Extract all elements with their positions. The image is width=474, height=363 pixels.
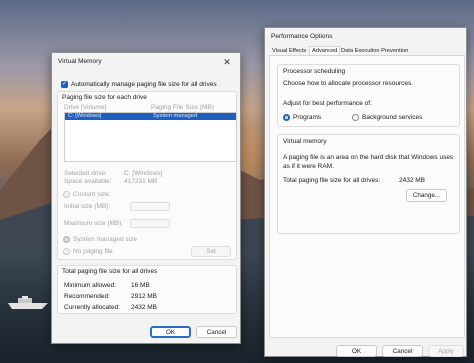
system-managed-radio[interactable] [63, 236, 70, 243]
auto-manage-label: Automatically manage paging file size fo… [71, 81, 217, 88]
programs-radio[interactable] [283, 114, 290, 121]
virtual-memory-group: Virtual memory A paging file is an area … [277, 134, 460, 234]
minimum-allowed-label: Minimum allowed: [64, 282, 117, 289]
processor-scheduling-group: Processor scheduling Choose how to alloc… [277, 64, 460, 127]
virtual-memory-description-line2: as if it were RAM. [283, 163, 334, 170]
processor-scheduling-title: Processor scheduling [283, 68, 346, 75]
system-managed-label: System managed size [73, 236, 137, 243]
maximum-size-input[interactable] [130, 219, 170, 228]
no-paging-radio[interactable] [63, 248, 70, 255]
tab-advanced[interactable]: Advanced [309, 46, 341, 55]
minimum-allowed-value: 16 MB [131, 282, 150, 289]
perf-cancel-button[interactable]: Cancel [382, 345, 423, 357]
selected-drive-value: C: [Windows] [124, 170, 163, 177]
perf-apply-button[interactable]: Apply [428, 345, 464, 357]
drive-row-size: System managed [153, 113, 198, 119]
paging-per-drive-group: Paging file size for each drive Drive [V… [57, 91, 237, 260]
recommended-label: Recommended: [64, 293, 110, 300]
boat-image [8, 296, 48, 309]
set-button[interactable]: Set [191, 246, 231, 257]
selected-drive-label: Selected drive: [64, 170, 107, 177]
space-available-value: 417231 MB [124, 178, 158, 185]
dialog-title: Virtual Memory [58, 58, 102, 65]
auto-manage-checkbox[interactable]: ✓ [61, 81, 68, 88]
window-title: Performance Options [271, 33, 333, 40]
column-size-header: Paging File Size (MB) [151, 104, 214, 111]
no-paging-label: No paging file [73, 248, 113, 255]
ok-button[interactable]: OK [150, 326, 191, 338]
totals-title: Total paging file size for all drives [62, 268, 158, 275]
drive-list[interactable]: C: [Windows] System managed [64, 112, 237, 162]
total-paging-label: Total paging file size for all drives: [283, 177, 381, 184]
titlebar: Performance Options [265, 28, 466, 45]
tab-strip: Visual Effects Advanced Data Execution P… [269, 46, 465, 56]
cancel-button[interactable]: Cancel [196, 326, 237, 338]
background-services-radio[interactable] [352, 114, 359, 121]
titlebar: Virtual Memory ✕ [52, 53, 240, 70]
currently-allocated-label: Currently allocated: [64, 304, 120, 311]
space-available-label: Space available: [64, 178, 112, 185]
change-button[interactable]: Change... [406, 189, 447, 202]
paging-per-drive-title: Paging file size for each drive [62, 94, 147, 101]
initial-size-label: Initial size (MB): [64, 203, 111, 210]
currently-allocated-value: 2432 MB [131, 304, 158, 311]
total-paging-group: Total paging file size for all drives Mi… [57, 265, 237, 314]
performance-options-window: Performance Options Visual Effects Advan… [264, 27, 467, 357]
custom-size-label: Custom size: [73, 191, 111, 198]
perf-ok-button[interactable]: OK [336, 345, 377, 357]
programs-label: Programs [293, 114, 322, 121]
drive-list-row-selected[interactable]: C: [Windows] System managed [65, 113, 236, 120]
drive-row-name: C: [Windows] [68, 113, 102, 119]
tab-data-execution-prevention[interactable]: Data Execution Prevention [341, 48, 408, 54]
background-services-label: Background services [362, 114, 423, 121]
close-icon[interactable]: ✕ [220, 55, 234, 69]
adjust-label: Adjust for best performance of: [283, 100, 372, 107]
virtual-memory-title: Virtual memory [283, 138, 327, 145]
maximum-size-label: Maximum size (MB): [64, 220, 124, 227]
processor-description: Choose how to allocate processor resourc… [283, 80, 414, 87]
initial-size-input[interactable] [130, 202, 170, 211]
recommended-value: 2912 MB [131, 293, 158, 300]
custom-size-radio[interactable] [63, 191, 70, 198]
total-paging-value: 2432 MB [399, 177, 426, 184]
tab-visual-effects[interactable]: Visual Effects [272, 48, 306, 54]
virtual-memory-description-line1: A paging file is an area on the hard dis… [283, 154, 454, 161]
tab-content-panel: Processor scheduling Choose how to alloc… [269, 56, 465, 338]
virtual-memory-dialog: Virtual Memory ✕ ✓ Automatically manage … [51, 52, 241, 344]
column-drive-header: Drive [Volume] [64, 104, 107, 111]
